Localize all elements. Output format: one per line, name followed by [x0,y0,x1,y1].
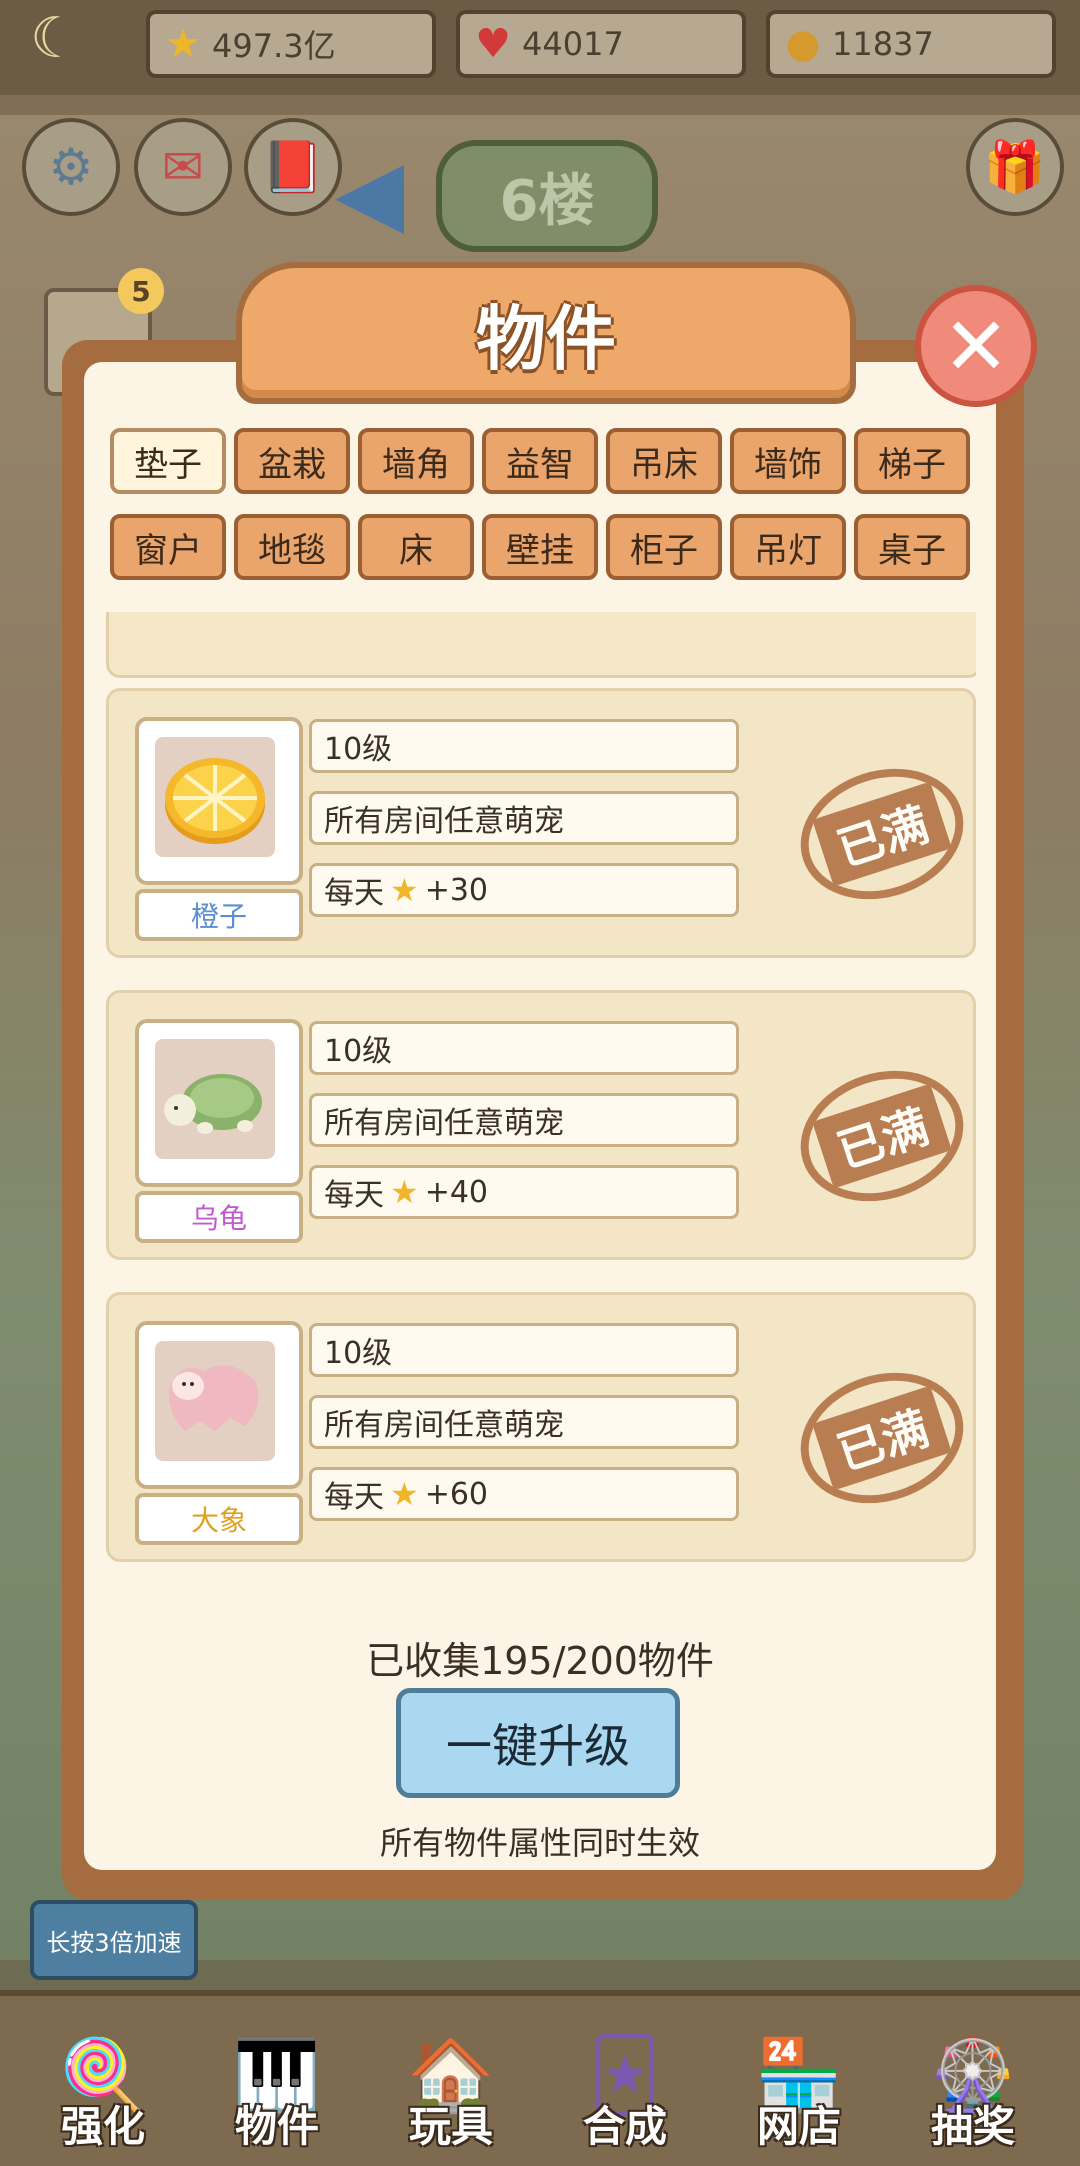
star-icon: ★ [390,1173,419,1211]
daily-bonus-value: +30 [424,872,488,908]
ceiling-beam [0,95,1080,115]
item-name: 乌龟 [135,1191,303,1243]
coins-counter: ● 11837 [766,10,1056,78]
daily-prefix: 每天 [324,876,384,911]
pet-level-badge: 5 [118,268,164,314]
turtle-icon [164,1074,262,1134]
tab-corner[interactable]: 墙角 [358,428,474,494]
item-level: 10级 [309,1021,739,1075]
modal-title: 物件 [476,297,616,380]
effect-note: 所有物件属性同时生效 [379,1824,700,1862]
item-scope: 所有房间任意萌宠 [309,1395,739,1449]
tab-ladder[interactable]: 梯子 [854,428,970,494]
item-scope: 所有房间任意萌宠 [309,791,739,845]
one-click-upgrade-button[interactable]: 一键升级 [396,1688,680,1798]
tab-carpet[interactable]: 地毯 [234,514,350,580]
nav-lottery[interactable]: 🎡 抽奖 [888,2030,1058,2160]
nav-items[interactable]: 🎹 物件 [192,2030,362,2160]
moon-icon[interactable]: ☾ [30,6,80,71]
daily-bonus-value: +60 [424,1476,488,1512]
paw-coin-icon: ● [785,21,821,67]
list-item: 橙子 10级 所有房间任意萌宠 每天 ★ +30 已满 [106,688,976,958]
close-button[interactable]: ✕ [915,285,1037,407]
stamp-label: 已满 [812,1083,952,1189]
item-level: 10级 [309,1323,739,1377]
star-icon: ★ [390,871,419,909]
hearts-counter: ♥ 44017 [456,10,746,78]
coins-value: 11837 [832,25,934,63]
tab-wall-hanging[interactable]: 壁挂 [482,514,598,580]
tab-bed[interactable]: 床 [358,514,474,580]
list-item: 乌龟 10级 所有房间任意萌宠 每天 ★ +40 已满 [106,990,976,1260]
tab-potted-plant[interactable]: 盆栽 [234,428,350,494]
stamp-label: 已满 [812,781,952,887]
daily-prefix: 每天 [324,1178,384,1213]
item-scope: 所有房间任意萌宠 [309,1093,739,1147]
item-thumbnail[interactable] [135,1019,303,1187]
tab-puzzle[interactable]: 益智 [482,428,598,494]
tab-cushion[interactable]: 垫子 [110,428,226,494]
heart-icon: ♥ [475,21,511,67]
item-name: 大象 [135,1493,303,1545]
star-icon: ★ [165,21,201,67]
stars-counter: ★ 497.3亿 [146,10,436,78]
mail-icon[interactable]: ✉ [134,118,232,216]
nav-synthesize[interactable]: 🃏 合成 [540,2030,710,2160]
item-thumbnail[interactable] [135,717,303,885]
stars-value: 497.3亿 [212,27,336,65]
tab-wall-decor[interactable]: 墙饰 [730,428,846,494]
tab-cabinet[interactable]: 柜子 [606,514,722,580]
gift-icon[interactable]: 🎁 [966,118,1064,216]
daily-prefix: 每天 [324,1480,384,1515]
maxed-stamp: 已满 [783,1050,976,1222]
collected-count: 已收集195/200物件 [366,1639,714,1683]
item-name: 橙子 [135,889,303,941]
item-daily-bonus: 每天 ★ +30 [309,863,739,917]
speed-up-badge[interactable]: 长按3倍加速 [30,1900,198,1980]
elephant-cushion-icon [169,1365,259,1431]
back-arrow-icon[interactable]: ◀ [335,140,404,245]
tab-chandelier[interactable]: 吊灯 [730,514,846,580]
floor-sign: 6楼 [436,140,658,252]
daily-bonus-value: +40 [424,1174,488,1210]
nav-toys[interactable]: 🏠 玩具 [366,2030,536,2160]
star-icon: ★ [390,1475,419,1513]
nav-shop[interactable]: 🏪 网店 [714,2030,884,2160]
item-daily-bonus: 每天 ★ +60 [309,1467,739,1521]
tab-table[interactable]: 桌子 [854,514,970,580]
modal-title-ribbon: 物件 [236,262,856,404]
stamp-label: 已满 [812,1385,952,1491]
list-item-partial [106,612,976,678]
maxed-stamp: 已满 [783,1352,976,1524]
item-list[interactable]: 橙子 10级 所有房间任意萌宠 每天 ★ +30 已满 乌龟 10级 所有房间任… [106,612,976,1582]
hearts-value: 44017 [522,25,624,63]
item-thumbnail[interactable] [135,1321,303,1489]
item-daily-bonus: 每天 ★ +40 [309,1165,739,1219]
maxed-stamp: 已满 [783,748,976,920]
category-tabs: 垫子 盆栽 墙角 益智 吊床 墙饰 梯子 窗户 地毯 床 壁挂 柜子 吊灯 桌子 [110,428,972,580]
item-level: 10级 [309,719,739,773]
nav-enhance[interactable]: 🍭 强化 [18,2030,188,2160]
settings-gear-icon[interactable]: ⚙ [22,118,120,216]
tab-hammock[interactable]: 吊床 [606,428,722,494]
resource-bar: ☾ ★ 497.3亿 ♥ 44017 ● 11837 [0,0,1080,95]
orange-slice-icon [165,758,265,844]
list-item: 大象 10级 所有房间任意萌宠 每天 ★ +60 已满 [106,1292,976,1562]
book-icon[interactable]: 📕 [244,118,342,216]
close-icon: ✕ [942,299,1010,393]
tab-window[interactable]: 窗户 [110,514,226,580]
